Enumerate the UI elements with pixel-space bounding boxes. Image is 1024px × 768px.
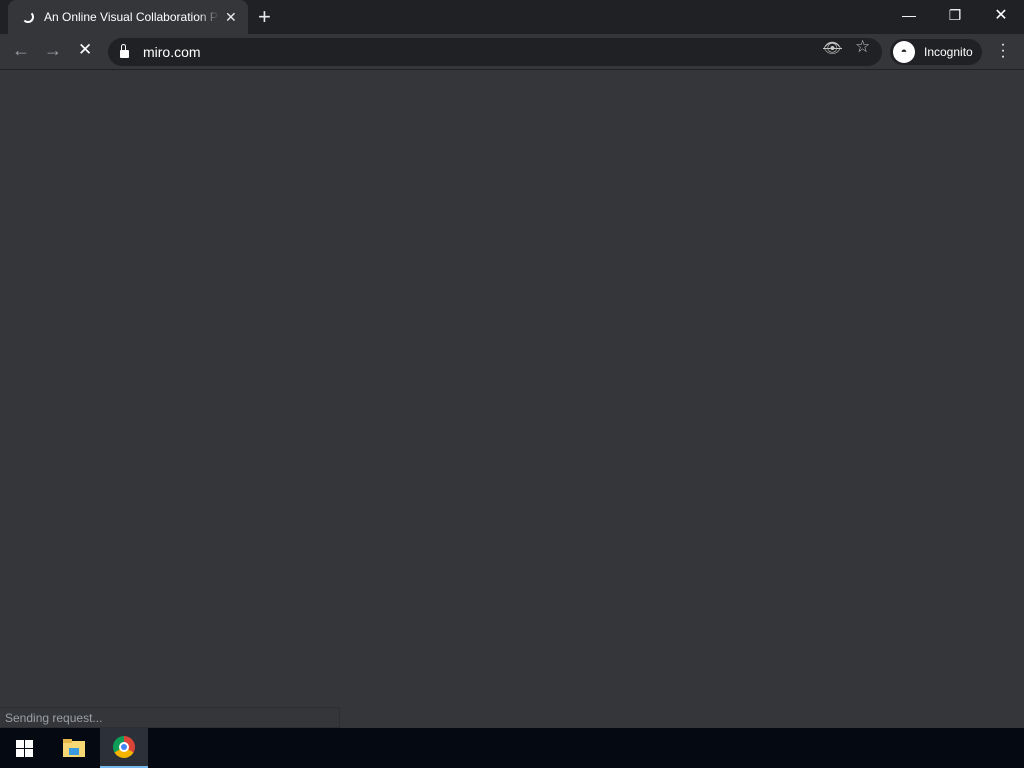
close-window-button[interactable]: ✕ xyxy=(978,0,1024,30)
tab-title: An Online Visual Collaboration Platform xyxy=(44,10,219,24)
incognito-icon: ◓ xyxy=(893,41,915,63)
address-bar[interactable]: miro.com xyxy=(108,38,882,66)
bookmark-star-icon[interactable]: ☆ xyxy=(855,37,870,57)
incognito-button[interactable]: ◓ Incognito xyxy=(890,39,982,65)
start-button[interactable] xyxy=(0,728,48,768)
incognito-label: Incognito xyxy=(924,45,973,59)
restore-button[interactable]: ❐ xyxy=(932,0,978,30)
menu-button[interactable]: · · · xyxy=(1000,37,1006,65)
status-bubble: Sending request... xyxy=(0,707,340,728)
tab-close-icon[interactable]: ✕ xyxy=(225,9,237,26)
loading-spinner-icon xyxy=(22,11,34,23)
new-tab-button[interactable]: + xyxy=(258,4,271,30)
url-text[interactable]: miro.com xyxy=(143,44,201,60)
chrome-icon xyxy=(113,736,135,758)
lock-icon xyxy=(120,44,129,58)
folder-icon xyxy=(63,739,85,757)
stop-button[interactable]: ✕ xyxy=(78,40,92,60)
tab-active[interactable]: An Online Visual Collaboration Platform … xyxy=(8,0,248,34)
taskbar xyxy=(0,728,1024,768)
browser-toolbar: ← → ✕ miro.com 👁 ☆ ◓ Incognito · · · xyxy=(0,34,1024,70)
minimize-button[interactable]: — xyxy=(886,0,932,30)
tracking-blocked-eye-icon[interactable]: 👁 xyxy=(823,39,842,57)
forward-button[interactable]: → xyxy=(44,40,62,61)
windows-icon xyxy=(15,739,33,757)
back-button[interactable]: ← xyxy=(12,40,30,61)
chrome-taskbar-button[interactable] xyxy=(100,728,148,768)
file-explorer-button[interactable] xyxy=(50,728,98,768)
title-bar: An Online Visual Collaboration Platform … xyxy=(0,0,1024,34)
